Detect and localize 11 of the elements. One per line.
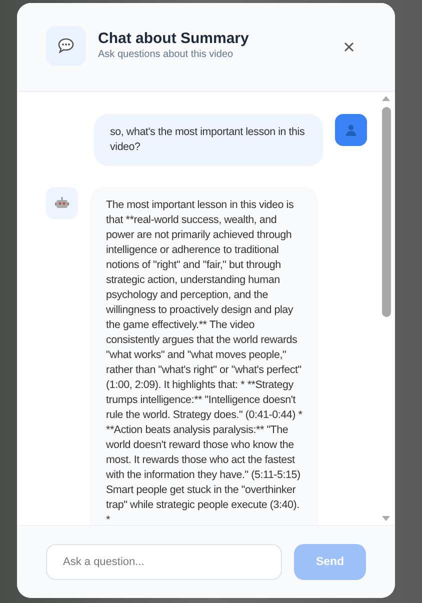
user-message: so, what's the most important lesson in this video? <box>94 114 323 166</box>
robot-avatar-icon <box>46 187 78 219</box>
user-avatar-icon <box>335 114 367 146</box>
scrollbar-thumb[interactable] <box>382 107 390 317</box>
dialog-title: Chat about Summary <box>98 30 250 46</box>
dialog-subtitle: Ask questions about this video <box>98 48 234 60</box>
chat-bubble-icon <box>46 26 86 66</box>
scroll-up-icon[interactable] <box>382 96 390 101</box>
assistant-message: The most important lesson in this video is that **real-world success, wealth, and power are not primarily achieved through intelligence or adherence to traditional notions of "right" and "fair," but through strategic action, understanding human psychology and perception, and the willingness to proactively design and play the game effectively.** The video consistently argues that the world rewards "what works" and "what moves people," rather than "what's right" or "what's perfect" (1:00, 2:09). It highlights that: * **Strategy trumps intelligence:** "Intelligence doesn't rule the world. Strategy does." (0:41-0:44) * **Action beats analysis paralysis:** "The world doesn't reward those who know the most. It rewards those who act the fastest with the information they have." (5:11-5:15) Smart people get stuck in the "overthinker trap" while strategic people execute (3:40). * <box>90 187 318 525</box>
close-icon[interactable] <box>342 40 356 54</box>
question-input[interactable]: Ask a question... <box>46 544 282 580</box>
